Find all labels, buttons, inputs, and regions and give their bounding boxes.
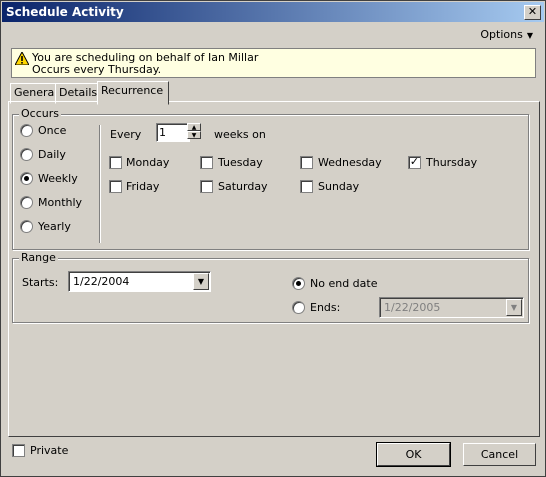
ends-radio[interactable] — [292, 301, 305, 314]
day-monday-label: Monday — [126, 156, 170, 169]
checkmark-icon: ✓ — [409, 155, 420, 168]
chevron-down-icon: ▼ — [526, 31, 533, 40]
info-banner: You are scheduling on behalf of Ian Mill… — [11, 48, 536, 78]
occurs-weekly-label: Weekly — [38, 172, 78, 185]
ok-button[interactable]: OK — [376, 442, 451, 467]
spin-down-icon[interactable]: ▼ — [187, 131, 201, 139]
tab-label: Recurrence — [101, 84, 164, 97]
options-label: Options — [480, 28, 523, 41]
day-friday-label: Friday — [126, 180, 160, 193]
occurs-daily-label: Daily — [38, 148, 66, 161]
every-label: Every — [110, 128, 142, 141]
schedule-activity-dialog: Schedule Activity ✕ Options ▼ You are sch… — [0, 0, 546, 477]
spin-up-icon[interactable]: ▲ — [187, 123, 201, 131]
close-icon: ✕ — [527, 5, 538, 18]
starts-date-value: 1/22/2004 — [73, 275, 130, 288]
ends-label: Ends: — [310, 301, 341, 314]
warning-icon — [15, 52, 29, 65]
day-wednesday-checkbox[interactable] — [300, 156, 313, 169]
cancel-label: Cancel — [480, 448, 519, 461]
ok-label: OK — [405, 448, 422, 461]
window-title: Schedule Activity — [6, 5, 124, 19]
options-menu[interactable]: Options ▼ — [480, 28, 533, 41]
title-bar: Schedule Activity ✕ — [2, 2, 544, 22]
starts-label: Starts: — [22, 276, 59, 289]
day-monday-checkbox[interactable] — [109, 156, 122, 169]
tab-recurrence[interactable]: Recurrence — [97, 81, 169, 105]
occurs-once-radio[interactable] — [20, 124, 33, 137]
day-tuesday-checkbox[interactable] — [200, 156, 213, 169]
occurs-monthly-radio[interactable] — [20, 196, 33, 209]
starts-date-picker[interactable]: 1/22/2004 ▼ — [68, 271, 211, 292]
no-end-date-radio[interactable] — [292, 277, 305, 290]
tab-label: General — [14, 86, 58, 99]
notice-line-2: Occurs every Thursday. — [32, 63, 162, 76]
occurs-daily-radio[interactable] — [20, 148, 33, 161]
tab-label: Details — [59, 86, 98, 99]
cancel-button[interactable]: Cancel — [463, 443, 536, 466]
occurs-yearly-radio[interactable] — [20, 220, 33, 233]
day-sunday-checkbox[interactable] — [300, 180, 313, 193]
occurs-once-label: Once — [38, 124, 67, 137]
day-sunday-label: Sunday — [318, 180, 360, 193]
day-friday-checkbox[interactable] — [109, 180, 122, 193]
occurs-group-title: Occurs — [19, 107, 61, 120]
day-saturday-checkbox[interactable] — [200, 180, 213, 193]
chevron-down-icon[interactable]: ▼ — [506, 299, 522, 316]
weeks-on-label: weeks on — [214, 128, 266, 141]
occurs-group: Occurs — [12, 107, 529, 250]
occurs-divider — [99, 125, 100, 243]
day-tuesday-label: Tuesday — [218, 156, 263, 169]
ends-date-picker[interactable]: 1/22/2005 ▼ — [379, 297, 524, 318]
close-button[interactable]: ✕ — [524, 5, 541, 20]
every-interval-stepper[interactable]: ▲ ▼ — [187, 123, 201, 140]
day-saturday-label: Saturday — [218, 180, 268, 193]
day-thursday-label: Thursday — [426, 156, 478, 169]
private-label: Private — [30, 444, 69, 457]
occurs-monthly-label: Monthly — [38, 196, 83, 209]
day-wednesday-label: Wednesday — [318, 156, 382, 169]
occurs-yearly-label: Yearly — [38, 220, 71, 233]
every-interval-value: 1 — [159, 126, 166, 139]
chevron-down-icon[interactable]: ▼ — [193, 273, 209, 290]
ends-date-value: 1/22/2005 — [384, 301, 441, 314]
day-thursday-checkbox[interactable]: ✓ — [408, 156, 421, 169]
range-group-title: Range — [19, 251, 58, 264]
occurs-weekly-radio[interactable] — [20, 172, 33, 185]
no-end-date-label: No end date — [310, 277, 378, 290]
every-interval-input[interactable]: 1 — [156, 123, 190, 142]
private-checkbox[interactable] — [12, 444, 25, 457]
